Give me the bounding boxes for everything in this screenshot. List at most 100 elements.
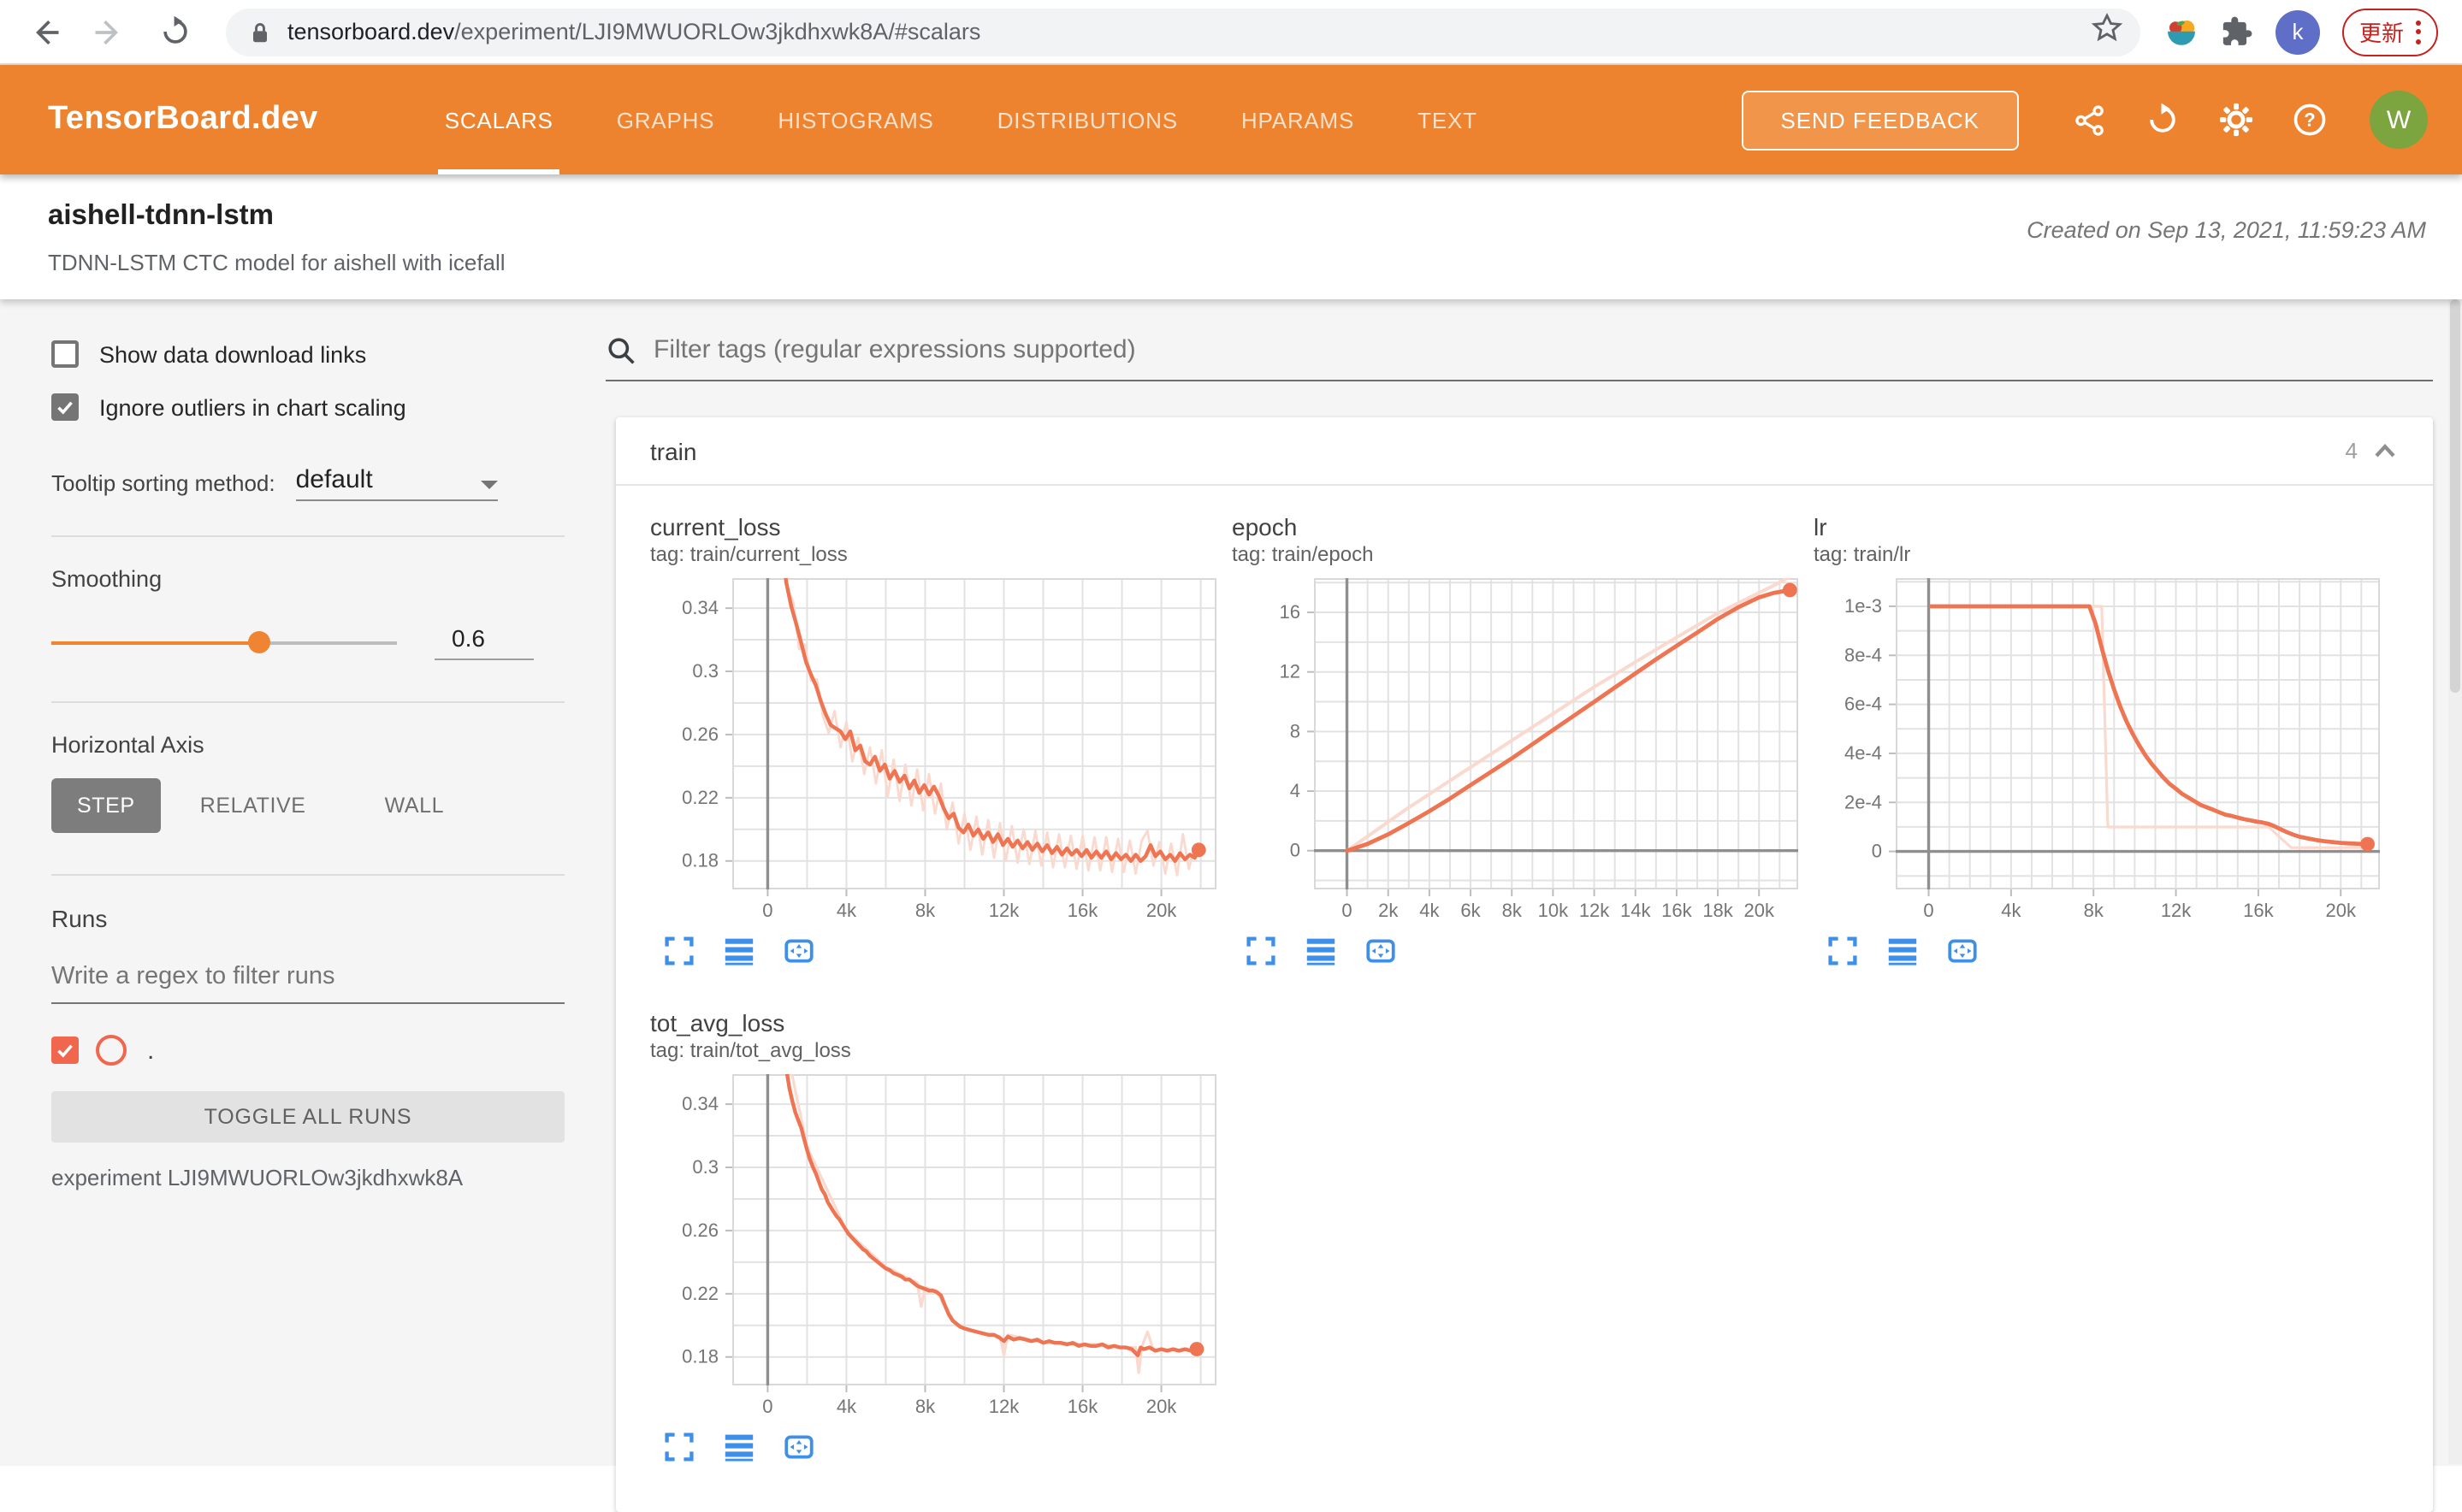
svg-text:16k: 16k bbox=[1068, 900, 1098, 921]
runs-selector-button[interactable] bbox=[1305, 936, 1336, 966]
svg-text:12k: 12k bbox=[1579, 900, 1610, 921]
chart-toolbar bbox=[664, 934, 1218, 968]
tab-distributions[interactable]: DISTRIBUTIONS bbox=[991, 65, 1185, 174]
run-row[interactable]: . bbox=[51, 1031, 565, 1069]
fit-domain-button[interactable] bbox=[784, 936, 814, 966]
svg-text:8e-4: 8e-4 bbox=[1844, 644, 1882, 665]
bookmark-star-button[interactable] bbox=[2091, 11, 2123, 52]
run-checkbox[interactable] bbox=[51, 1037, 79, 1064]
svg-text:4k: 4k bbox=[2001, 900, 2021, 921]
tab-histograms[interactable]: HISTOGRAMS bbox=[771, 65, 940, 174]
haxis-relative-button[interactable]: RELATIVE bbox=[175, 778, 332, 833]
svg-text:0.34: 0.34 bbox=[682, 1093, 719, 1114]
svg-text:2k: 2k bbox=[1378, 900, 1399, 921]
browser-profile-initial: k bbox=[2292, 19, 2304, 44]
reload-button[interactable] bbox=[154, 11, 195, 52]
chart-tag: tag: train/current_loss bbox=[650, 542, 848, 566]
svg-text:16: 16 bbox=[1280, 601, 1300, 623]
svg-text:0.3: 0.3 bbox=[692, 1156, 719, 1178]
svg-text:12k: 12k bbox=[989, 900, 1020, 921]
smoothing-slider[interactable] bbox=[51, 630, 397, 654]
extensions-puzzle-icon[interactable] bbox=[2221, 15, 2253, 48]
extension-favicon-icon[interactable] bbox=[2164, 15, 2199, 49]
reload-data-button[interactable] bbox=[2142, 99, 2183, 140]
line-chart[interactable]: 0 4k 8k 12k 16k 20k 0.18 0.22 0.26 0.3 0.34 bbox=[650, 1074, 1216, 1420]
lock-icon bbox=[253, 21, 267, 42]
vertical-scrollbar[interactable] bbox=[2448, 299, 2462, 1464]
divider bbox=[51, 535, 565, 537]
svg-text:16k: 16k bbox=[1661, 900, 1692, 921]
show-download-links-row[interactable]: Show data download links bbox=[51, 334, 565, 375]
forward-button[interactable] bbox=[89, 11, 130, 52]
train-group-header[interactable]: train 4 bbox=[616, 417, 2433, 486]
tab-text[interactable]: TEXT bbox=[1411, 65, 1484, 174]
expand-chart-button[interactable] bbox=[664, 936, 695, 966]
smoothing-value-input[interactable] bbox=[435, 624, 534, 660]
line-chart[interactable]: 0 4k 8k 12k 16k 20k 0 2e-4 4e-4 6e-4 8e-4 1e-3 bbox=[1814, 578, 2380, 924]
chart-lr: lr tag: train/lr 0 4k 8k 12k 16k 20k 0 2e-4 4e-4… bbox=[1814, 513, 2382, 968]
tab-scalars[interactable]: SCALARS bbox=[437, 65, 560, 174]
chart-title: epoch bbox=[1232, 513, 1298, 540]
svg-text:10k: 10k bbox=[1538, 900, 1569, 921]
scrollbar-thumb[interactable] bbox=[2450, 299, 2460, 693]
show-download-links-label: Show data download links bbox=[99, 341, 367, 367]
help-button[interactable]: ? bbox=[2289, 99, 2330, 140]
svg-text:0: 0 bbox=[1923, 900, 1933, 921]
tab-hparams[interactable]: HPARAMS bbox=[1234, 65, 1361, 174]
fit-domain-icon bbox=[784, 1435, 814, 1459]
tag-filter-input[interactable] bbox=[650, 334, 2433, 366]
account-avatar[interactable]: W bbox=[2370, 91, 2428, 149]
svg-text:20k: 20k bbox=[1146, 900, 1177, 921]
share-button[interactable] bbox=[2068, 99, 2110, 140]
expand-chart-button[interactable] bbox=[1246, 936, 1276, 966]
svg-text:0.26: 0.26 bbox=[682, 724, 719, 745]
chrome-update-button[interactable]: 更新 bbox=[2341, 8, 2438, 56]
ignore-outliers-row[interactable]: Ignore outliers in chart scaling bbox=[51, 387, 565, 428]
show-download-links-checkbox[interactable] bbox=[51, 340, 79, 368]
runs-regex-input[interactable] bbox=[51, 963, 565, 1004]
experiment-description: TDNN-LSTM CTC model for aishell with ice… bbox=[48, 250, 506, 275]
expand-chart-button[interactable] bbox=[664, 1432, 695, 1462]
haxis-wall-button[interactable]: WALL bbox=[359, 778, 471, 833]
fit-domain-button[interactable] bbox=[1365, 936, 1396, 966]
line-chart[interactable]: 0 2k 4k 6k 8k 10k 12k 14k 16k 18k 20k 0 4 8 12 16 bbox=[1232, 578, 1798, 924]
chart-title: lr bbox=[1814, 513, 1827, 540]
svg-text:12: 12 bbox=[1280, 661, 1300, 682]
help-icon: ? bbox=[2293, 103, 2326, 136]
horizontal-axis-label: Horizontal Axis bbox=[51, 732, 204, 758]
group-chart-count: 4 bbox=[2345, 438, 2358, 464]
fullscreen-icon bbox=[1828, 936, 1857, 966]
chart-current-loss: current_loss tag: train/current_loss 0 4k… bbox=[650, 513, 1218, 968]
tensorboard-page: tensorboard.dev/experiment/LJI9MWUORLOw3… bbox=[0, 0, 2462, 1512]
tab-graphs[interactable]: GRAPHS bbox=[610, 65, 722, 174]
toggle-all-runs-button[interactable]: TOGGLE ALL RUNS bbox=[51, 1091, 565, 1143]
fit-domain-button[interactable] bbox=[1947, 936, 1978, 966]
send-feedback-button[interactable]: SEND FEEDBACK bbox=[1741, 90, 2019, 150]
svg-text:0.18: 0.18 bbox=[682, 1346, 719, 1367]
browser-menu-icon[interactable] bbox=[2416, 20, 2421, 44]
charts-container: current_loss tag: train/current_loss 0 4k… bbox=[616, 486, 2433, 1464]
browser-profile-avatar[interactable]: k bbox=[2275, 9, 2320, 54]
haxis-step-button[interactable]: STEP bbox=[51, 778, 161, 833]
expand-chart-button[interactable] bbox=[1827, 936, 1858, 966]
runs-selector-button[interactable] bbox=[724, 936, 755, 966]
svg-text:0: 0 bbox=[762, 1396, 772, 1417]
ignore-outliers-checkbox[interactable] bbox=[51, 393, 79, 421]
tag-filter-row bbox=[606, 334, 2433, 381]
slider-thumb[interactable] bbox=[248, 631, 270, 653]
chevron-up-icon[interactable] bbox=[2368, 434, 2402, 468]
tooltip-sorting-select[interactable]: default bbox=[295, 465, 498, 501]
runs-selector-button[interactable] bbox=[724, 1432, 755, 1462]
settings-button[interactable] bbox=[2216, 99, 2257, 140]
chart-toolbar bbox=[1827, 934, 2382, 968]
fit-domain-icon bbox=[784, 939, 814, 963]
back-button[interactable] bbox=[24, 11, 65, 52]
address-bar[interactable]: tensorboard.dev/experiment/LJI9MWUORLOw3… bbox=[226, 8, 2140, 56]
svg-text:1e-3: 1e-3 bbox=[1844, 595, 1882, 617]
fit-domain-button[interactable] bbox=[784, 1432, 814, 1462]
runs-list-icon bbox=[725, 938, 754, 966]
chart-tag: tag: train/lr bbox=[1814, 542, 1911, 566]
run-color-swatch[interactable] bbox=[96, 1035, 127, 1066]
runs-selector-button[interactable] bbox=[1887, 936, 1918, 966]
line-chart[interactable]: 0 4k 8k 12k 16k 20k 0.18 0.22 0.26 0.3 0.34 bbox=[650, 578, 1216, 924]
